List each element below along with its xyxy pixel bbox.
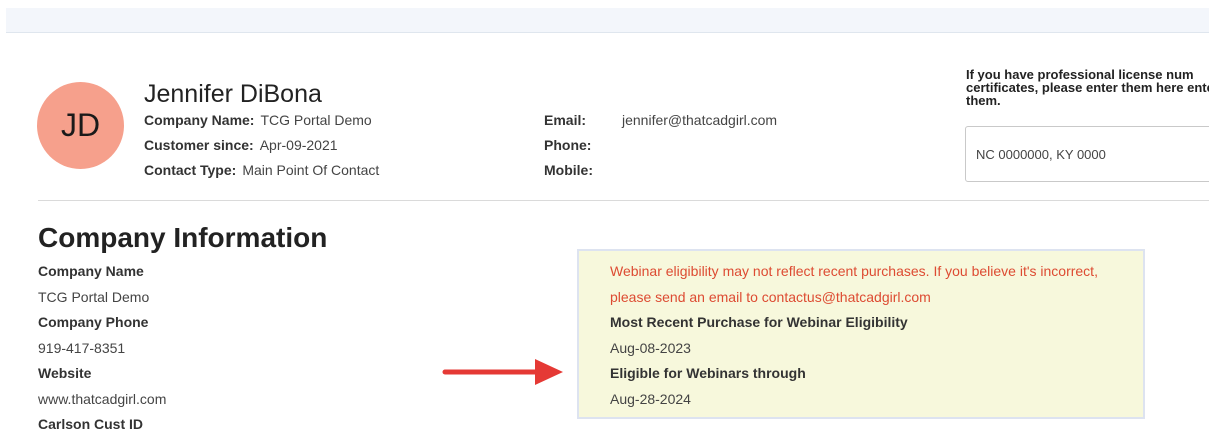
license-input[interactable] — [965, 126, 1209, 182]
company-name-value: TCG Portal Demo — [260, 112, 372, 128]
company-phone-field-label: Company Phone — [38, 314, 149, 330]
license-prompt: If you have professional license num cer… — [966, 67, 1209, 108]
email-label: Email: — [544, 112, 587, 128]
contact-type-row: Contact Type: Main Point Of Contact — [144, 162, 379, 178]
phone-label: Phone: — [544, 137, 592, 153]
recent-purchase-value: Aug-08-2023 — [610, 340, 691, 356]
customer-since-row: Customer since: Apr-09-2021 — [144, 137, 338, 153]
divider — [38, 200, 1209, 201]
eligibility-warning-line2: please send an email to contactus@thatca… — [610, 289, 931, 305]
email-value: jennifer@thatcadgirl.com — [622, 112, 778, 128]
recent-purchase-label: Most Recent Purchase for Webinar Eligibi… — [610, 314, 908, 330]
section-title: Company Information — [38, 222, 328, 253]
avatar-initials: JD — [60, 107, 101, 143]
contact-type-value: Main Point Of Contact — [242, 162, 380, 178]
company-name-field-value: TCG Portal Demo — [38, 289, 150, 305]
eligible-through-label: Eligible for Webinars through — [610, 365, 806, 381]
eligible-through-value: Aug-28-2024 — [610, 391, 691, 407]
webinar-eligibility-panel: Webinar eligibility may not reflect rece… — [577, 249, 1145, 419]
mobile-label: Mobile: — [544, 162, 593, 178]
carlson-cust-id-label: Carlson Cust ID — [38, 416, 144, 432]
company-name-field-label: Company Name — [38, 263, 144, 279]
company-name-label: Company Name: — [144, 112, 255, 128]
contact-name: Jennifer DiBona — [144, 80, 322, 108]
customer-since-value: Apr-09-2021 — [259, 137, 338, 153]
company-name-row: Company Name: TCG Portal Demo — [144, 112, 372, 128]
red-arrow-icon — [442, 359, 563, 385]
website-field-label: Website — [38, 365, 92, 381]
company-phone-field-value: 919-417-8351 — [38, 340, 126, 356]
website-field-value: www.thatcadgirl.com — [38, 391, 167, 407]
top-header-bar — [6, 8, 1209, 33]
avatar: JD — [37, 82, 124, 169]
contact-type-label: Contact Type: — [144, 162, 237, 178]
customer-since-label: Customer since: — [144, 137, 254, 153]
eligibility-warning-line1: Webinar eligibility may not reflect rece… — [610, 263, 1098, 279]
